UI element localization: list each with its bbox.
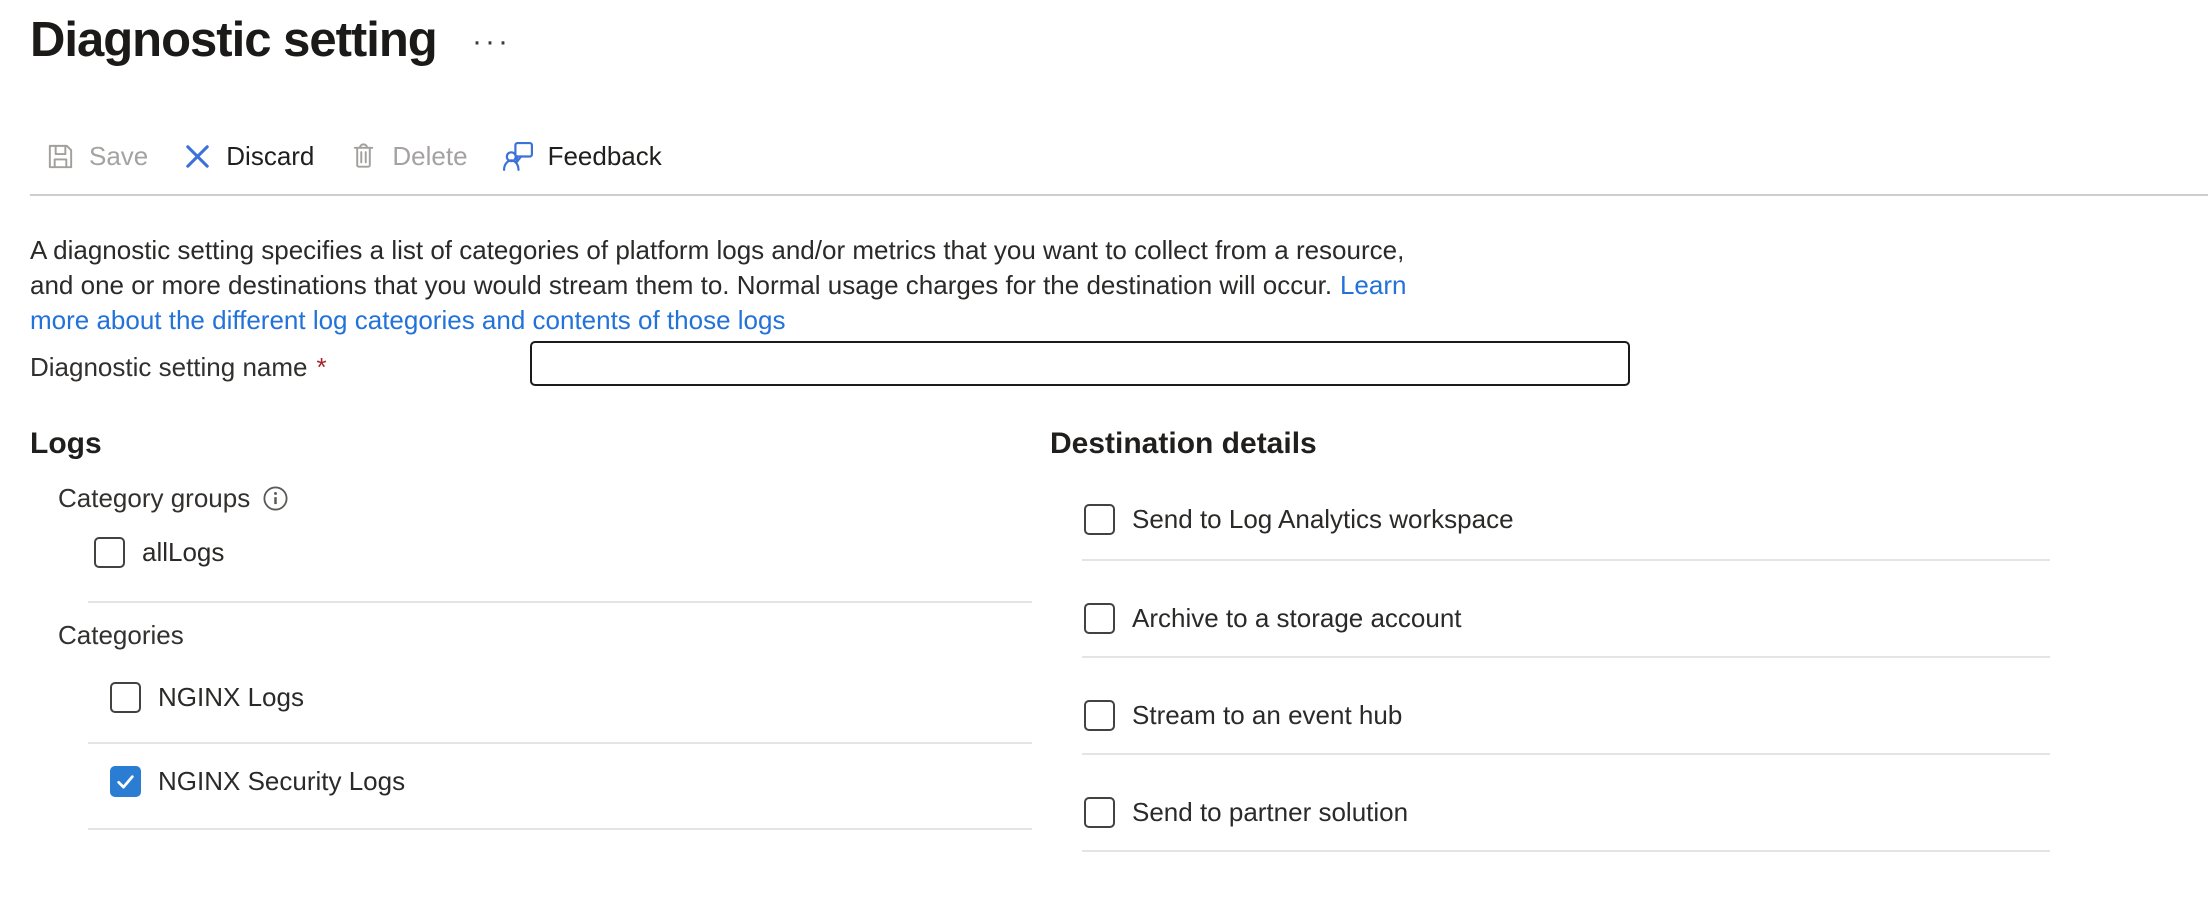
nginx-logs-checkbox-row[interactable]: NGINX Logs <box>110 682 304 713</box>
send-to-log-analytics-checkbox-row[interactable]: Send to Log Analytics workspace <box>1084 504 1514 535</box>
discard-label: Discard <box>226 141 314 172</box>
save-label: Save <box>89 141 148 172</box>
divider <box>88 601 1032 603</box>
learn-more-link[interactable]: Learn <box>1340 270 1407 300</box>
trash-icon <box>348 141 379 172</box>
divider <box>1082 559 2050 561</box>
alllogs-checkbox[interactable] <box>94 537 125 568</box>
stream-to-event-hub-checkbox[interactable] <box>1084 700 1115 731</box>
description-line-2: and one or more destinations that you wo… <box>30 268 1406 303</box>
archive-to-storage-checkbox-row[interactable]: Archive to a storage account <box>1084 603 1462 634</box>
info-icon[interactable] <box>262 485 289 512</box>
stream-to-event-hub-checkbox-row[interactable]: Stream to an event hub <box>1084 700 1402 731</box>
nginx-logs-label: NGINX Logs <box>158 682 304 713</box>
learn-more-link-line-2[interactable]: more about the different log categories … <box>30 305 785 335</box>
description-line-2-text: and one or more destinations that you wo… <box>30 270 1332 300</box>
more-menu-button[interactable]: ··· <box>472 24 511 60</box>
discard-x-icon <box>182 141 213 172</box>
feedback-icon <box>502 140 535 173</box>
divider <box>1082 753 2050 755</box>
send-to-partner-solution-checkbox[interactable] <box>1084 797 1115 828</box>
save-icon <box>45 141 76 172</box>
divider <box>88 742 1032 744</box>
destination-details-heading: Destination details <box>1050 427 1317 461</box>
nginx-security-logs-checkbox[interactable] <box>110 766 141 797</box>
alllogs-checkbox-row[interactable]: allLogs <box>94 537 224 568</box>
alllogs-label: allLogs <box>142 537 224 568</box>
toolbar-divider <box>30 194 2208 196</box>
nginx-security-logs-checkbox-row[interactable]: NGINX Security Logs <box>110 766 405 797</box>
categories-label: Categories <box>58 620 184 651</box>
discard-button[interactable]: Discard <box>182 141 314 172</box>
category-groups-label: Category groups <box>58 483 289 514</box>
send-to-log-analytics-checkbox[interactable] <box>1084 504 1115 535</box>
page-description: A diagnostic setting specifies a list of… <box>30 233 1406 338</box>
command-toolbar: Save Discard Delete <box>45 131 662 181</box>
nginx-security-logs-label: NGINX Security Logs <box>158 766 405 797</box>
diagnostic-setting-name-label: Diagnostic setting name * <box>30 352 327 383</box>
send-to-partner-solution-label: Send to partner solution <box>1132 797 1408 828</box>
send-to-log-analytics-label: Send to Log Analytics workspace <box>1132 504 1514 535</box>
divider <box>1082 850 2050 852</box>
divider <box>1082 656 2050 658</box>
feedback-label: Feedback <box>548 141 662 172</box>
logs-section-heading: Logs <box>30 427 102 461</box>
send-to-partner-solution-checkbox-row[interactable]: Send to partner solution <box>1084 797 1408 828</box>
delete-button[interactable]: Delete <box>348 141 467 172</box>
stream-to-event-hub-label: Stream to an event hub <box>1132 700 1402 731</box>
save-button[interactable]: Save <box>45 141 148 172</box>
divider <box>88 828 1032 830</box>
nginx-logs-checkbox[interactable] <box>110 682 141 713</box>
diagnostic-setting-name-input[interactable] <box>530 341 1630 386</box>
description-line-1: A diagnostic setting specifies a list of… <box>30 233 1406 268</box>
page-title: Diagnostic setting <box>30 12 437 68</box>
archive-to-storage-checkbox[interactable] <box>1084 603 1115 634</box>
delete-label: Delete <box>392 141 467 172</box>
archive-to-storage-label: Archive to a storage account <box>1132 603 1462 634</box>
category-groups-label-text: Category groups <box>58 483 250 514</box>
required-asterisk: * <box>316 352 326 382</box>
diagnostic-setting-name-label-text: Diagnostic setting name <box>30 352 307 382</box>
feedback-button[interactable]: Feedback <box>502 140 662 173</box>
